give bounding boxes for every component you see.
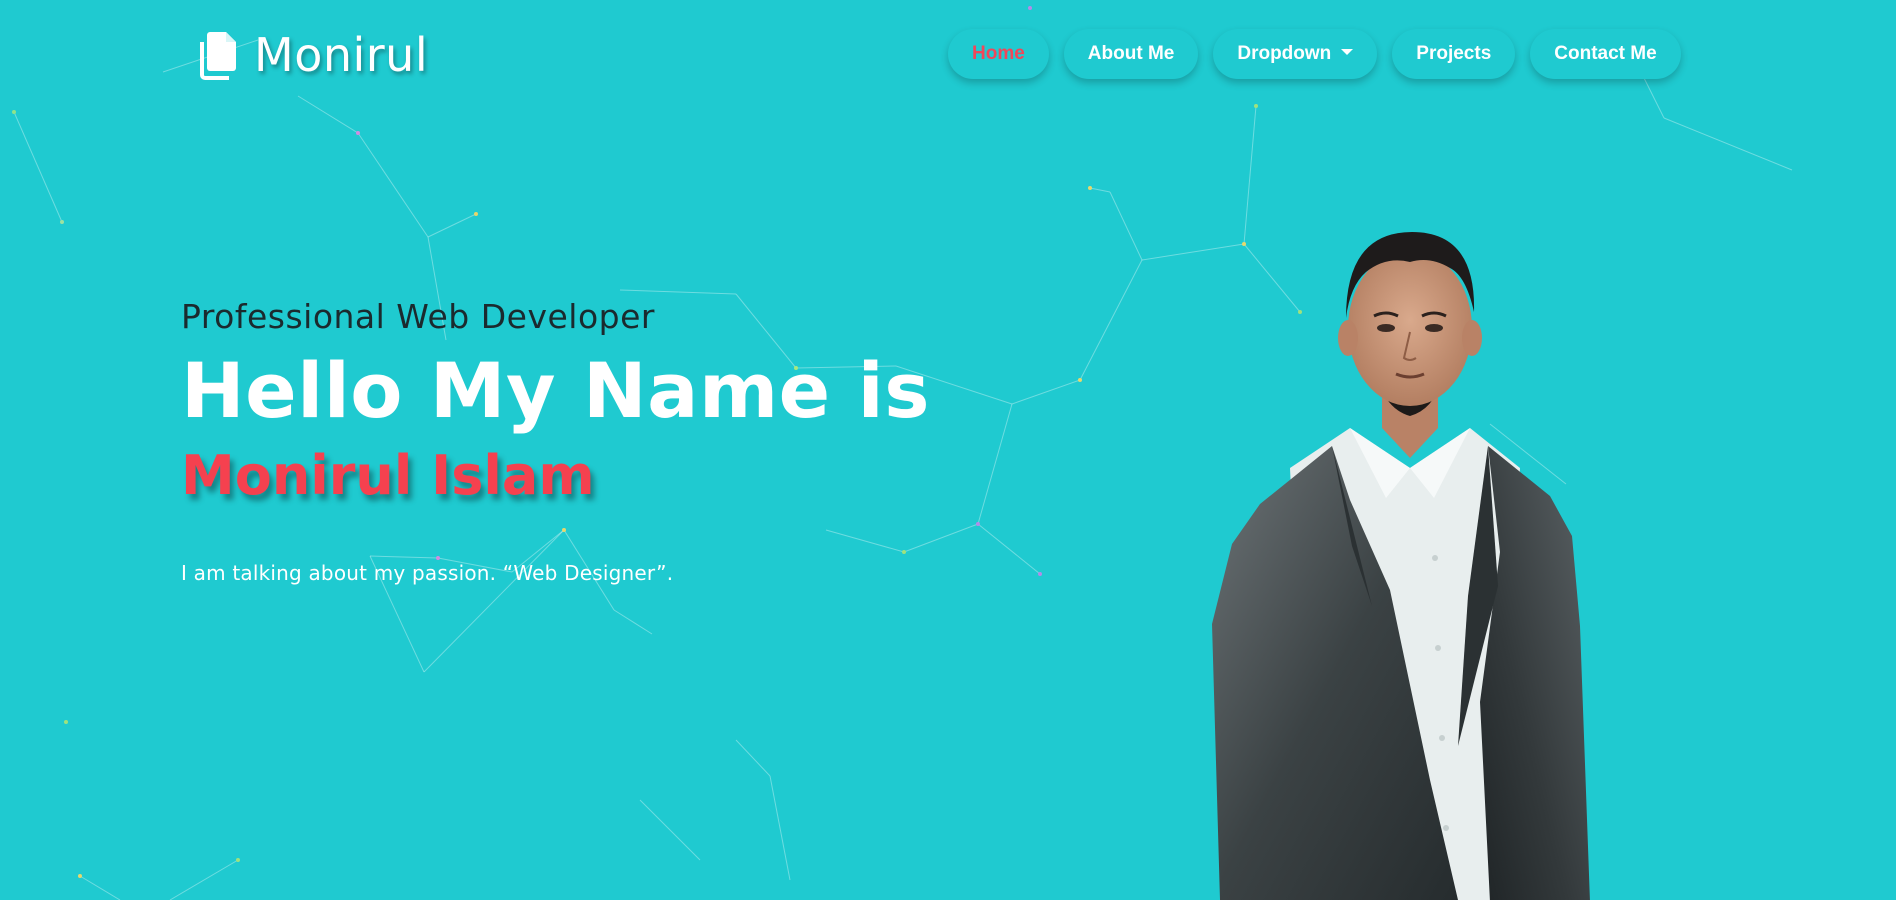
brand-logo-link[interactable]: Monirul	[198, 28, 428, 82]
brand-name: Monirul	[254, 28, 429, 82]
hero-tagline: I am talking about my passion. “Web Desi…	[181, 561, 674, 585]
nav-item-label: Contact Me	[1554, 43, 1657, 64]
files-icon	[200, 32, 236, 80]
nav-item-about-me[interactable]: About Me	[1063, 29, 1199, 79]
hero-headline: Hello My Name is	[181, 346, 930, 435]
hero-section: Professional Web Developer Hello My Name…	[181, 300, 1081, 583]
nav-item-projects[interactable]: Projects	[1392, 29, 1516, 79]
nav-item-home[interactable]: Home	[948, 29, 1049, 79]
nav-item-dropdown[interactable]: Dropdown	[1213, 29, 1378, 79]
nav-item-label: Dropdown	[1237, 43, 1332, 64]
nav-item-label: Projects	[1416, 43, 1492, 64]
hero-name: Monirul Islam	[181, 444, 595, 507]
nav-item-contact-me[interactable]: Contact Me	[1530, 29, 1681, 79]
page: Monirul Home About Me Dropdown Projects …	[0, 0, 1896, 900]
navbar: Monirul Home About Me Dropdown Projects …	[0, 0, 1896, 110]
hero-subtitle: Professional Web Developer	[181, 297, 655, 336]
caret-down-icon	[1341, 49, 1354, 55]
nav-item-label: Home	[972, 43, 1025, 64]
person-portrait-image	[1212, 232, 1590, 900]
main-nav: Home About Me Dropdown Projects Contact …	[948, 29, 1681, 79]
nav-item-label: About Me	[1087, 43, 1175, 64]
